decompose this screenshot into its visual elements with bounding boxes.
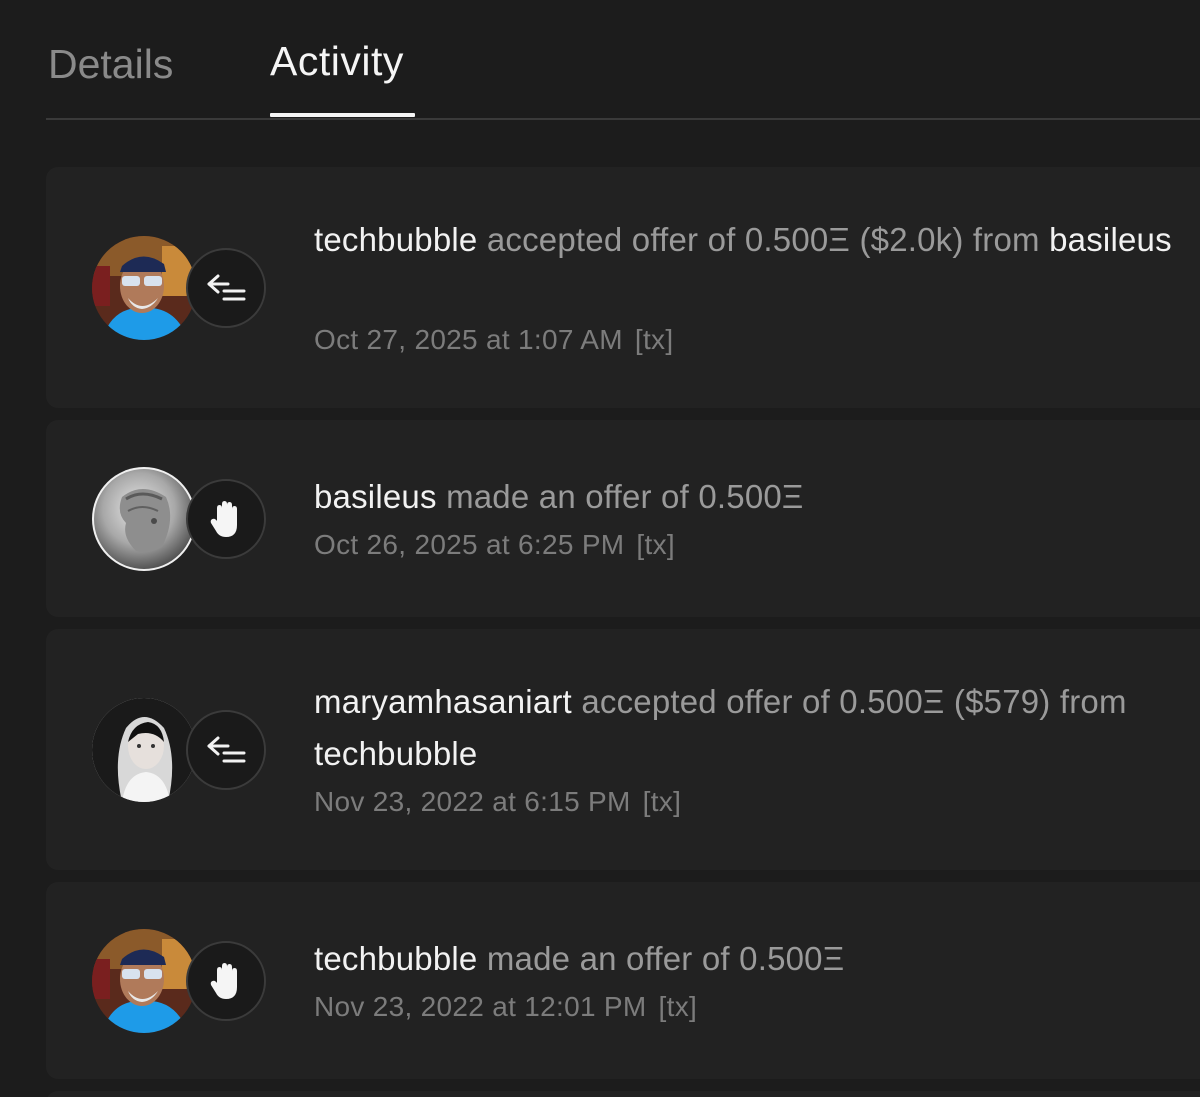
tx-link[interactable]: [tx]	[643, 786, 682, 817]
activity-timestamp: Oct 26, 2025 at 6:25 PM	[314, 529, 625, 560]
activity-action: accepted offer of 0.500Ξ ($2.0k) from	[486, 221, 1040, 258]
active-tab-indicator	[270, 113, 415, 117]
activity-description: maryamhasaniart accepted offer of 0.500Ξ…	[314, 676, 1176, 780]
maryamhasaniart-avatar[interactable]	[92, 698, 196, 802]
basileus-avatar[interactable]	[92, 467, 196, 571]
activity-action: made an offer of 0.500Ξ	[446, 478, 804, 515]
activity-meta: Oct 27, 2025 at 1:07 AM [tx]	[314, 322, 673, 358]
tab-activity[interactable]: Activity	[270, 36, 404, 86]
activity-timestamp: Oct 27, 2025 at 1:07 AM	[314, 324, 623, 355]
event-type-badge	[186, 248, 266, 328]
activity-meta: Nov 23, 2022 at 6:15 PM [tx]	[314, 784, 681, 820]
activity-description: techbubble accepted offer of 0.500Ξ ($2.…	[314, 214, 1176, 266]
accept-offer-icon	[207, 736, 246, 763]
tab-bar: Details Activity	[46, 0, 1200, 120]
activity-item: basileus made an offer of 0.500Ξ Oct 26,…	[46, 420, 1200, 617]
activity-item	[46, 1091, 1200, 1097]
activity-description: basileus made an offer of 0.500Ξ	[314, 471, 1176, 523]
activity-meta: Oct 26, 2025 at 6:25 PM [tx]	[314, 527, 675, 563]
accept-offer-icon	[207, 274, 246, 301]
activity-timestamp: Nov 23, 2022 at 12:01 PM	[314, 991, 647, 1022]
tx-link[interactable]: [tx]	[659, 991, 698, 1022]
event-type-badge	[186, 941, 266, 1021]
counterparty-username-link[interactable]: basileus	[1049, 221, 1172, 258]
offer-hand-icon	[210, 501, 237, 537]
techbubble-avatar[interactable]	[92, 236, 196, 340]
actor-username-link[interactable]: basileus	[314, 478, 437, 515]
actor-username-link[interactable]: maryamhasaniart	[314, 683, 572, 720]
activity-item: techbubble accepted offer of 0.500Ξ ($2.…	[46, 167, 1200, 408]
event-type-badge	[186, 479, 266, 559]
offer-hand-icon	[210, 963, 237, 999]
tx-link[interactable]: [tx]	[636, 529, 675, 560]
activity-item: techbubble made an offer of 0.500Ξ Nov 2…	[46, 882, 1200, 1079]
actor-username-link[interactable]: techbubble	[314, 940, 477, 977]
activity-page: Details Activity techbubble accepted off…	[0, 0, 1200, 1097]
counterparty-username-link[interactable]: techbubble	[314, 735, 477, 772]
event-type-badge	[186, 710, 266, 790]
techbubble-avatar[interactable]	[92, 929, 196, 1033]
activity-action: accepted offer of 0.500Ξ ($579) from	[581, 683, 1127, 720]
activity-action: made an offer of 0.500Ξ	[486, 940, 845, 977]
activity-item: maryamhasaniart accepted offer of 0.500Ξ…	[46, 629, 1200, 870]
activity-meta: Nov 23, 2022 at 12:01 PM [tx]	[314, 989, 697, 1025]
tx-link[interactable]: [tx]	[635, 324, 674, 355]
tab-details[interactable]: Details	[48, 39, 173, 89]
activity-description: techbubble made an offer of 0.500Ξ	[314, 933, 1176, 985]
activity-timestamp: Nov 23, 2022 at 6:15 PM	[314, 786, 631, 817]
actor-username-link[interactable]: techbubble	[314, 221, 477, 258]
